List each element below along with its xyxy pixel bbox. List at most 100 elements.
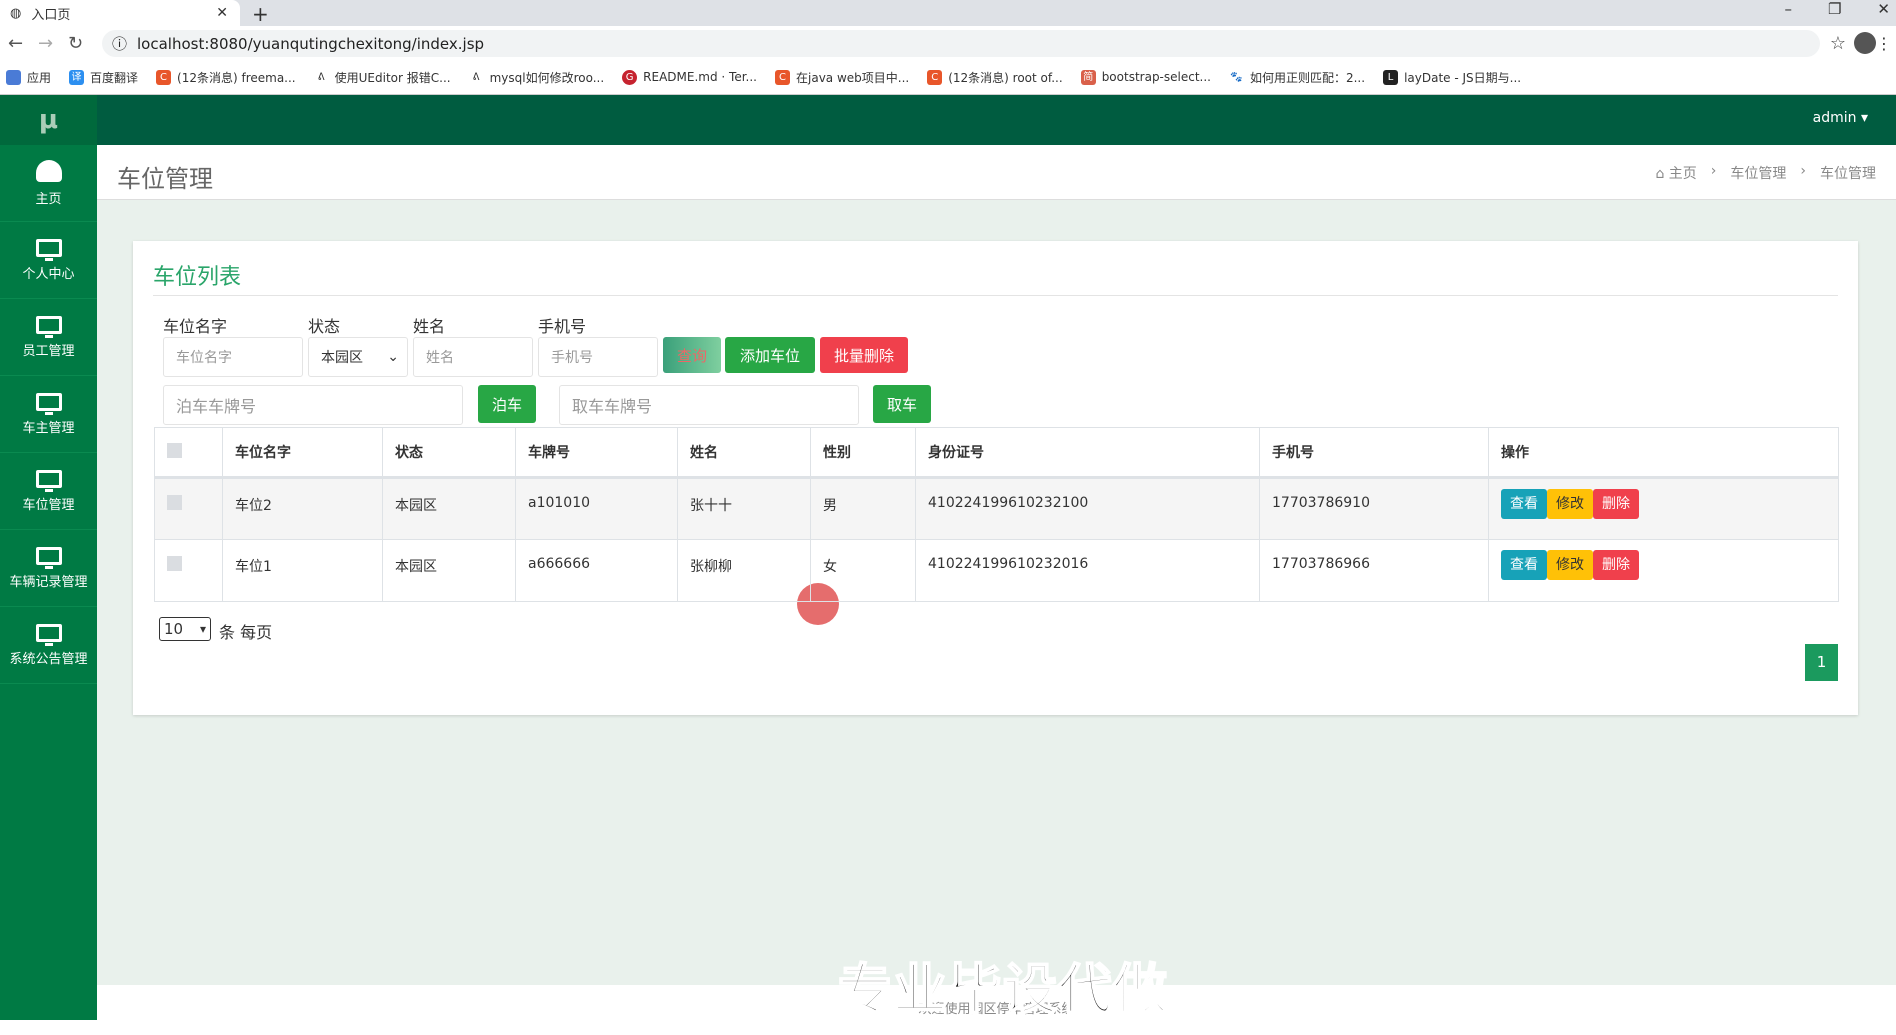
url-input[interactable]: ⓘ localhost:8080/yuanqutingchexitong/inde… xyxy=(102,30,1820,57)
table-header-row: 车位名字 状态 车牌号 姓名 性别 身份证号 手机号 操作 xyxy=(154,427,1839,479)
profile-icon[interactable] xyxy=(1854,32,1876,54)
delete-button[interactable]: 删除 xyxy=(1593,550,1639,580)
restore-icon[interactable]: ❐ xyxy=(1828,0,1841,18)
phone-input[interactable]: 手机号 xyxy=(538,337,658,377)
new-tab-button[interactable]: + xyxy=(252,2,269,26)
bookmark[interactable]: C (12条消息) freema... xyxy=(156,69,296,86)
parking-list-card: 车位列表 车位名字 状态 姓名 手机号 车位名字 本园区 ⌄ 姓名 手机号 查询 … xyxy=(133,241,1858,715)
chevron-down-icon: ⌄ xyxy=(387,349,399,365)
close-tab-icon[interactable]: ✕ xyxy=(216,5,228,21)
minimize-icon[interactable]: – xyxy=(1784,0,1792,18)
name-input[interactable]: 车位名字 xyxy=(163,337,303,377)
sidebar-item-staff[interactable]: 员工管理 xyxy=(0,299,97,376)
pickup-button[interactable]: 取车 xyxy=(873,385,931,423)
breadcrumb-home[interactable]: ⌂ 主页 xyxy=(1655,163,1696,183)
monitor-icon xyxy=(35,469,62,492)
watermark: 专业毕设代做 xyxy=(837,957,1168,1022)
sidebar-item-vehicle-records[interactable]: 车辆记录管理 xyxy=(0,530,97,607)
view-button[interactable]: 查看 xyxy=(1501,489,1547,519)
bookmark[interactable]: 简 bootstrap-select... xyxy=(1080,69,1211,85)
bookmark[interactable]: ᕕ mysql如何修改roo... xyxy=(468,69,604,86)
content-area: 车位列表 车位名字 状态 姓名 手机号 车位名字 本园区 ⌄ 姓名 手机号 查询 … xyxy=(97,200,1896,985)
sidebar-item-announcements[interactable]: 系统公告管理 xyxy=(0,607,97,684)
person-input[interactable]: 姓名 xyxy=(413,337,533,377)
monitor-icon xyxy=(35,238,62,261)
sidebar: μ 主页 个人中心 员工管理 车主管理 车位管理 车辆记录管理 系统公告管理 xyxy=(0,95,97,1020)
page-1-button[interactable]: 1 xyxy=(1805,644,1838,681)
bookmark[interactable]: G README.md · Ter... xyxy=(622,69,757,85)
status-select[interactable]: 本园区 ⌄ xyxy=(308,337,408,377)
person-label: 姓名 xyxy=(413,317,446,336)
col-header: 状态 xyxy=(382,427,516,479)
status-label: 状态 xyxy=(308,317,341,336)
edit-button[interactable]: 修改 xyxy=(1547,550,1593,580)
table-row: 车位1 本园区 a666666 张柳柳女 410224199610232016 17703… xyxy=(154,539,1839,602)
bookmark[interactable]: 🐾 如何用正则匹配：2... xyxy=(1228,69,1365,86)
page-title: 车位管理 xyxy=(117,165,213,193)
bookmark[interactable]: C (12条消息) root of... xyxy=(927,69,1063,86)
park-plate-input[interactable]: 泊车车牌号 xyxy=(163,385,463,425)
user-menu[interactable]: admin ▾ xyxy=(1813,110,1868,126)
browser-tab[interactable]: ◍ 入口页 ✕ xyxy=(0,0,240,26)
select-all-checkbox[interactable] xyxy=(167,442,182,458)
monitor-icon xyxy=(35,315,62,338)
page-header: 车位管理 ⌂ 主页 › 车位管理 › 车位管理 xyxy=(97,145,1896,200)
sidebar-item-profile[interactable]: 个人中心 xyxy=(0,222,97,299)
table-row: 车位2 本园区 a101010 张十十男 410224199610232100 17703… xyxy=(154,477,1839,540)
col-header: 车位名字 xyxy=(222,427,383,479)
browser-tab-bar: ◍ 入口页 ✕ + – ❐ ✕ xyxy=(0,0,1896,26)
breadcrumb-current: 车位管理 xyxy=(1820,166,1876,182)
url-text: localhost:8080/yuanqutingchexitong/index… xyxy=(137,34,485,53)
view-button[interactable]: 查看 xyxy=(1501,550,1547,580)
address-bar-row: ← → ↻ ⓘ localhost:8080/yuanqutingchexitong/… xyxy=(0,26,1896,60)
bookmark[interactable]: ᕕ 使用UEditor 报错C... xyxy=(313,69,451,86)
tab-title: 入口页 xyxy=(31,7,71,23)
card-title: 车位列表 xyxy=(153,265,242,290)
pickup-plate-input[interactable]: 取车车牌号 xyxy=(559,385,859,425)
bookmark-star-icon[interactable]: ☆ xyxy=(1830,33,1846,54)
park-button[interactable]: 泊车 xyxy=(478,385,536,423)
sidebar-item-home[interactable]: 主页 xyxy=(0,145,97,222)
col-header: 手机号 xyxy=(1259,427,1489,479)
top-navbar: admin ▾ xyxy=(97,95,1896,145)
row-checkbox[interactable] xyxy=(167,495,182,510)
globe-icon: ◍ xyxy=(10,5,22,21)
add-space-button[interactable]: 添加车位 xyxy=(725,337,815,373)
logo: μ xyxy=(0,95,97,145)
monitor-icon xyxy=(35,623,62,646)
bookmark[interactable]: 译百度翻译 xyxy=(69,69,138,86)
col-header: 车牌号 xyxy=(515,427,678,479)
monitor-icon xyxy=(35,546,62,569)
monitor-icon xyxy=(35,392,62,415)
forward-icon[interactable]: → xyxy=(38,33,60,54)
chevron-down-icon: ▾ xyxy=(199,622,206,636)
col-header: 性别 xyxy=(810,427,916,479)
bookmark[interactable]: LlayDate - JS日期与... xyxy=(1383,69,1521,86)
bookmark[interactable]: C 在java web项目中... xyxy=(775,69,909,86)
reload-icon[interactable]: ↻ xyxy=(68,33,90,54)
back-icon[interactable]: ← xyxy=(8,33,30,54)
close-window-icon[interactable]: ✕ xyxy=(1877,0,1890,18)
name-label: 车位名字 xyxy=(163,317,228,336)
parking-table: 车位名字 状态 车牌号 姓名 性别 身份证号 手机号 操作 车位2 本园区 a101… xyxy=(154,427,1839,602)
bookmark-apps[interactable]: 应用 xyxy=(6,69,51,86)
apps-icon xyxy=(6,69,21,85)
phone-label: 手机号 xyxy=(538,317,587,336)
edit-button[interactable]: 修改 xyxy=(1547,489,1593,519)
bookmarks-bar: 应用 译百度翻译 C (12条消息) freema... ᕕ 使用UEditor 报… xyxy=(0,60,1896,95)
breadcrumb: ⌂ 主页 › 车位管理 › 车位管理 xyxy=(1655,163,1876,183)
dashboard-icon xyxy=(35,159,62,182)
sidebar-item-owners[interactable]: 车主管理 xyxy=(0,376,97,453)
info-icon: ⓘ xyxy=(112,35,128,53)
row-checkbox[interactable] xyxy=(167,556,182,571)
delete-button[interactable]: 删除 xyxy=(1593,489,1639,519)
col-header: 身份证号 xyxy=(915,427,1260,479)
page-size-select[interactable]: 10 ▾ xyxy=(159,617,211,641)
breadcrumb-item[interactable]: 车位管理 xyxy=(1730,163,1786,183)
col-header: 姓名 xyxy=(677,427,811,479)
menu-icon[interactable]: ⋮ xyxy=(1876,34,1892,53)
sidebar-item-spaces[interactable]: 车位管理 xyxy=(0,453,97,530)
search-button[interactable]: 查询 xyxy=(663,337,721,373)
batch-delete-button[interactable]: 批量删除 xyxy=(820,337,908,373)
page-size-label: 条 每页 xyxy=(219,623,273,642)
